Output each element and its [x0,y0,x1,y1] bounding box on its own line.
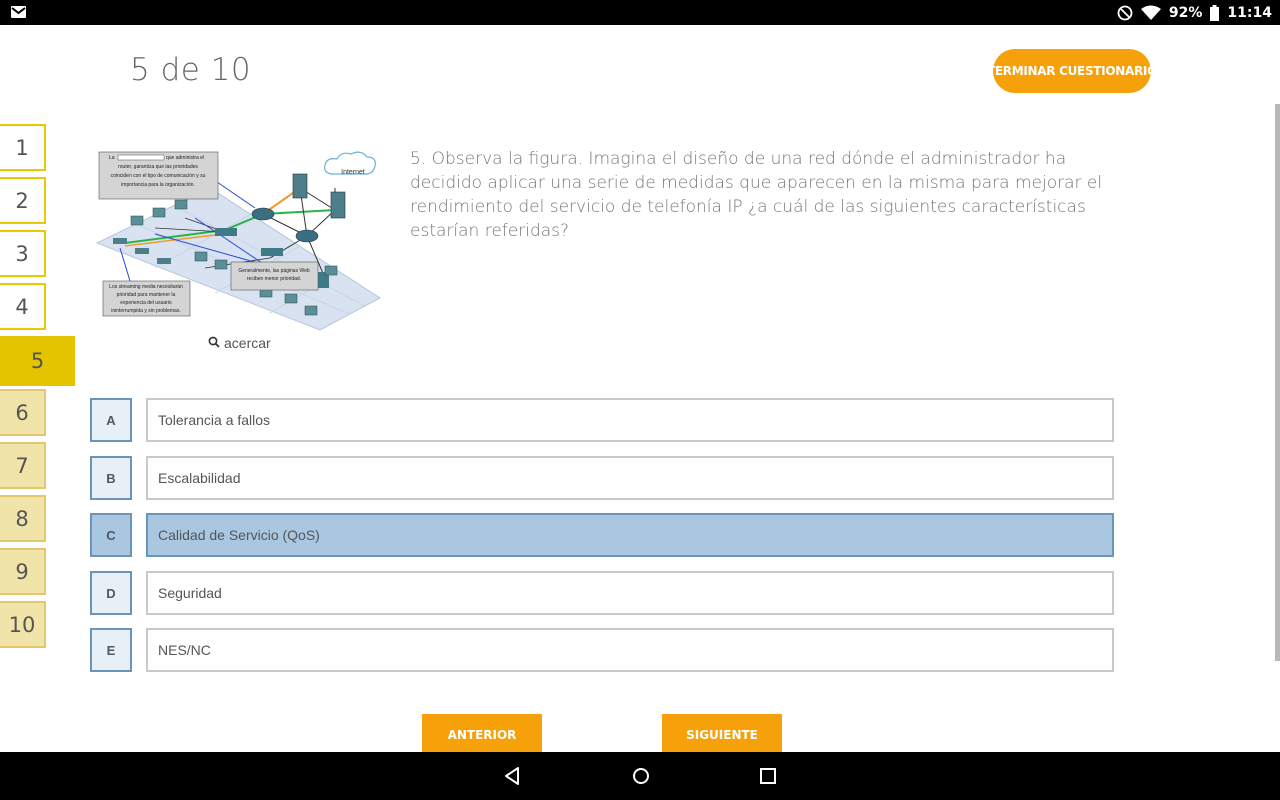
option-text[interactable]: Escalabilidad [146,456,1114,500]
question-nav-item[interactable]: 10 [0,601,46,648]
finish-quiz-button[interactable]: TERMINAR CUESTIONARIO [993,49,1151,93]
scrollbar[interactable] [1275,104,1280,661]
do-not-disturb-icon [1117,5,1133,21]
next-button[interactable]: SIGUIENTE [662,714,782,752]
question-nav-item[interactable]: 2 [0,177,46,224]
option-letter[interactable]: C [90,513,132,557]
question-nav-item[interactable]: 9 [0,548,46,595]
callout-top-line: La [109,155,115,161]
option-letter[interactable]: D [90,571,132,615]
clock: 11:14 [1227,4,1272,21]
back-icon[interactable] [503,766,521,786]
option-letter[interactable]: B [90,456,132,500]
question-nav-item[interactable]: 3 [0,230,46,277]
battery-level: 92% [1168,4,1203,21]
question-nav-item[interactable]: 7 [0,442,46,489]
callout-top-line: importancia para la organización. [121,182,195,188]
callout-bottom-line: Los streaming media necesitarán [109,284,183,290]
battery-icon [1210,4,1220,21]
previous-button[interactable]: ANTERIOR [422,714,542,752]
callout-middle-line: reciben menor prioridad. [247,276,301,282]
network-figure[interactable]: Internet La que administra el router, ga… [95,148,385,336]
answer-option-a[interactable]: A Tolerancia a fallos [90,398,1114,442]
answer-option-c[interactable]: C Calidad de Servicio (QoS) [90,513,1114,557]
answer-option-b[interactable]: B Escalabilidad [90,456,1114,500]
question-nav-item[interactable]: 4 [0,283,46,330]
question-nav-item[interactable]: 6 [0,389,46,436]
recents-icon[interactable] [759,766,777,786]
zoom-label: acercar [224,335,271,351]
question-nav-item[interactable]: 8 [0,495,46,542]
callout-top-line: coinciden con el tipo de comunicación y … [111,173,206,179]
internet-label: Internet [341,169,365,176]
wifi-icon [1140,5,1161,21]
home-icon[interactable] [631,766,651,786]
option-letter[interactable]: E [90,628,132,672]
option-text[interactable]: Calidad de Servicio (QoS) [146,513,1114,557]
callout-middle-line: Generalmente, las páginas Web [238,268,310,274]
search-icon [208,335,220,351]
question-text: 5. Observa la figura. Imagina el diseño … [410,149,1103,241]
status-bar: 92% 11:14 [0,0,1280,25]
option-text[interactable]: NES/NC [146,628,1114,672]
option-text[interactable]: Tolerancia a fallos [146,398,1114,442]
question-nav-item-current[interactable]: 5 [0,336,75,386]
answer-option-e[interactable]: E NES/NC [90,628,1114,672]
option-letter[interactable]: A [90,398,132,442]
mail-icon [11,6,26,18]
option-text[interactable]: Seguridad [146,571,1114,615]
callout-bottom-line: ininterrumpida y sin problemas. [111,308,180,314]
callout-top-line: router, garantiza que las prioridades [118,164,198,170]
callout-bottom-line: experiencia del usuario [120,300,172,306]
callout-top-line: que administra el [166,155,204,161]
system-nav-bar [0,752,1280,800]
callout-bottom-line: prioridad para mantener la [117,292,176,298]
question-nav-item[interactable]: 1 [0,124,46,171]
answer-option-d[interactable]: D Seguridad [90,571,1114,615]
zoom-link[interactable]: acercar [208,335,271,351]
question-progress: 5 de 10 [130,52,252,88]
